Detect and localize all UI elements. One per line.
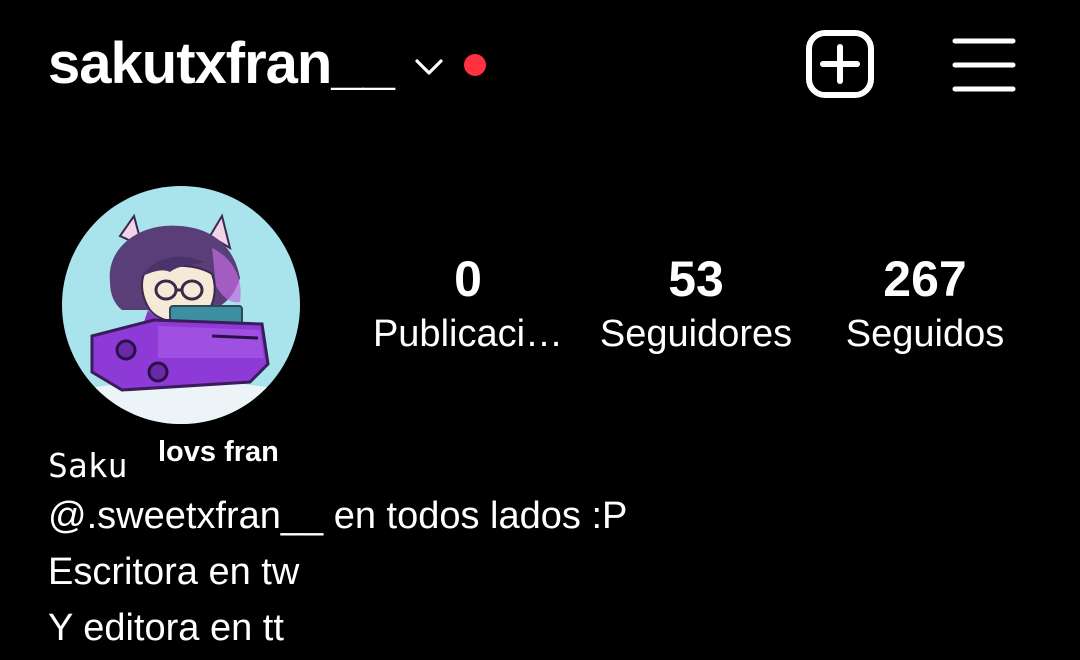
display-name-suffix: lovs fran: [158, 436, 279, 468]
following-count-label: Seguidos: [845, 313, 1005, 355]
create-post-button[interactable]: [806, 30, 874, 98]
account-switcher[interactable]: sakutxfran__: [48, 28, 486, 100]
avatar-image: [62, 186, 300, 424]
display-name: Saku lovs fran: [48, 432, 1048, 488]
following-count[interactable]: 267 Seguidos: [830, 248, 1020, 358]
notification-dot: [463, 54, 486, 76]
followers-count-label: Seguidores: [599, 313, 793, 355]
menu-button[interactable]: [952, 36, 1016, 94]
profile-header: sakutxfran__: [0, 0, 1080, 130]
posts-count-label: Publicaci…: [372, 313, 564, 355]
username-title: sakutxfran__: [48, 31, 395, 96]
followers-count-value: 53: [668, 251, 724, 307]
followers-count[interactable]: 53 Seguidores: [585, 248, 807, 358]
profile-avatar[interactable]: [62, 186, 300, 424]
following-count-value: 267: [883, 251, 967, 307]
plus-square-icon: [806, 30, 874, 98]
bio-line: Y editora en tt: [48, 607, 284, 649]
hamburger-menu-icon: [952, 38, 1016, 92]
posts-count[interactable]: 0 Publicaci…: [362, 248, 574, 358]
bio-line: Escritora en tw: [48, 551, 300, 593]
bio-line-mention: @.sweetxfran__ en todos lados :P: [48, 495, 628, 537]
chevron-down-icon: [414, 57, 444, 77]
posts-count-value: 0: [454, 251, 482, 307]
profile-bio: Saku lovs fran @.sweetxfran__ en todos l…: [48, 432, 1048, 656]
display-name-main: Saku: [48, 446, 128, 485]
